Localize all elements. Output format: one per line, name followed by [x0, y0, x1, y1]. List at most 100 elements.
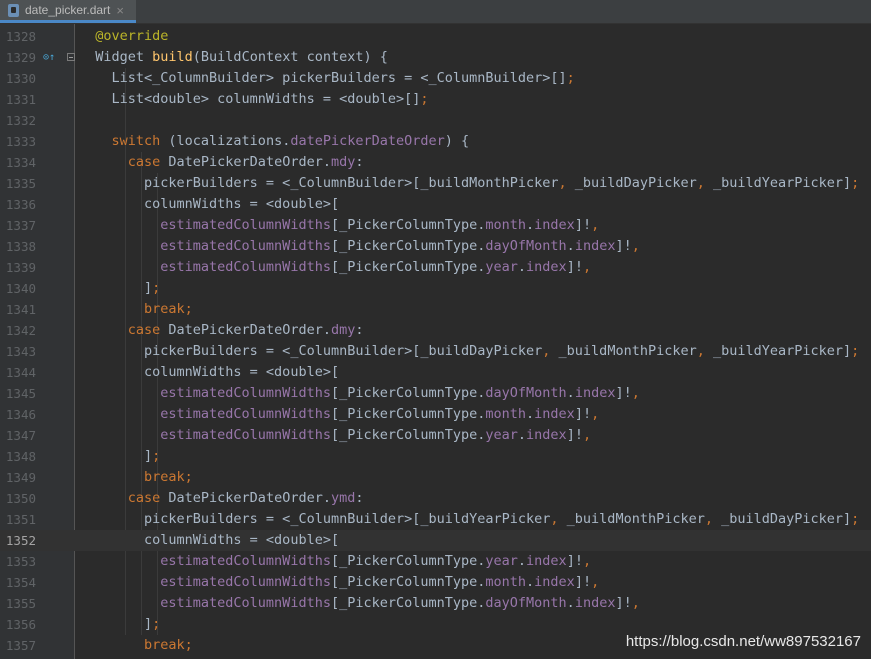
code-token: index	[526, 553, 567, 569]
code-token: build	[152, 49, 193, 65]
line-number: 1335	[5, 176, 36, 191]
code-token: year	[485, 259, 518, 275]
code-token: columnWidths = <double>[	[95, 532, 340, 548]
line-number: 1351	[5, 512, 36, 527]
line-number: 1331	[5, 92, 36, 107]
code-token: .	[517, 427, 527, 443]
code-line[interactable]: 1340 ];	[0, 278, 871, 299]
code-token: ,	[591, 217, 600, 233]
code-token: _buildYearPicker]	[712, 175, 852, 191]
code-line[interactable]: 1353 estimatedColumnWidths[_PickerColumn…	[0, 551, 871, 572]
code-line[interactable]: 1330 List<_ColumnBuilder> pickerBuilders…	[0, 68, 871, 89]
code-line[interactable]: 1351 pickerBuilders = <_ColumnBuilder>[_…	[0, 509, 871, 530]
code-token: columnWidths = <double>[	[95, 364, 340, 380]
code-token: pickerBuilders = <_ColumnBuilder>[_build…	[95, 175, 559, 191]
code-token: index	[534, 406, 575, 422]
line-number: 1338	[5, 239, 36, 254]
code-line[interactable]: 1331 List<double> columnWidths = <double…	[0, 89, 871, 110]
line-number: 1343	[5, 344, 36, 359]
code-token: estimatedColumnWidths	[95, 406, 331, 422]
code-token: ,	[582, 553, 592, 569]
code-line[interactable]: 1346 estimatedColumnWidths[_PickerColumn…	[0, 404, 871, 425]
line-number: 1328	[5, 29, 36, 44]
code-token: index	[574, 238, 616, 254]
code-token: @override	[95, 28, 169, 44]
code-token: datePickerDateOrder	[290, 133, 445, 149]
code-token: ,	[591, 574, 600, 590]
line-number: 1346	[5, 407, 36, 422]
fold-icon[interactable]	[67, 53, 75, 61]
code-token: .	[566, 595, 575, 611]
code-token: [_PickerColumnType.	[330, 238, 486, 254]
code-text: estimatedColumnWidths[_PickerColumnType.…	[95, 257, 591, 278]
code-text: estimatedColumnWidths[_PickerColumnType.…	[95, 593, 640, 614]
line-number: 1356	[5, 617, 36, 632]
code-token: mdy	[330, 154, 356, 170]
line-number: 1342	[5, 323, 36, 338]
code-token: case	[95, 154, 169, 170]
code-token: [_PickerColumnType.	[330, 406, 486, 422]
code-text: List<double> columnWidths = <double>[];	[95, 89, 429, 110]
code-line[interactable]: 1348 ];	[0, 446, 871, 467]
line-number: 1334	[5, 155, 36, 170]
code-line[interactable]: 1349 break;	[0, 467, 871, 488]
code-line[interactable]: 1356 ];	[0, 614, 871, 635]
code-line[interactable]: 1339 estimatedColumnWidths[_PickerColumn…	[0, 257, 871, 278]
code-line[interactable]: 1342 case DatePickerDateOrder.dmy:	[0, 320, 871, 341]
code-token: List<_ColumnBuilder> pickerBuilders = <_…	[95, 70, 567, 86]
code-text: estimatedColumnWidths[_PickerColumnType.…	[95, 551, 591, 572]
code-line[interactable]: 1355 estimatedColumnWidths[_PickerColumn…	[0, 593, 871, 614]
code-token: DatePickerDateOrder.	[168, 490, 331, 506]
code-token: index	[534, 217, 575, 233]
code-token: ]	[95, 448, 153, 464]
code-token: ,	[704, 511, 722, 527]
code-token: ymd	[330, 490, 356, 506]
code-text: Widget build(BuildContext context) {	[95, 47, 388, 68]
code-token: ,	[631, 595, 640, 611]
code-token: dayOfMonth	[485, 595, 567, 611]
code-line[interactable]: 1341 break;	[0, 299, 871, 320]
code-token: case	[95, 322, 169, 338]
code-line[interactable]: 1329 ⊙↑ Widget build(BuildContext context)…	[0, 47, 871, 68]
code-line[interactable]: 1352 columnWidths = <double>[	[0, 530, 871, 551]
code-token: year	[485, 427, 518, 443]
code-line[interactable]: 1343 pickerBuilders = <_ColumnBuilder>[_…	[0, 341, 871, 362]
code-line[interactable]: 1344 columnWidths = <double>[	[0, 362, 871, 383]
code-text: ];	[95, 446, 160, 467]
line-number: 1347	[5, 428, 36, 443]
code-token: ,	[582, 259, 592, 275]
code-text: estimatedColumnWidths[_PickerColumnType.…	[95, 404, 599, 425]
line-number: 1341	[5, 302, 36, 317]
code-line[interactable]: 1350 case DatePickerDateOrder.ymd:	[0, 488, 871, 509]
code-token: [_PickerColumnType.	[330, 385, 486, 401]
override-marker-icon[interactable]: ⊙↑	[43, 52, 57, 64]
code-line[interactable]: 1347 estimatedColumnWidths[_PickerColumn…	[0, 425, 871, 446]
code-line[interactable]: 1328 @override	[0, 26, 871, 47]
code-text: case DatePickerDateOrder.dmy:	[95, 320, 364, 341]
close-icon[interactable]: ×	[116, 3, 124, 18]
code-line[interactable]: 1334 case DatePickerDateOrder.mdy:	[0, 152, 871, 173]
code-line[interactable]: 1332	[0, 110, 871, 131]
code-token: break;	[95, 637, 193, 653]
code-token: estimatedColumnWidths	[95, 595, 331, 611]
code-token: (BuildContext context) {	[192, 49, 388, 65]
code-token: columnWidths = <double>[	[95, 196, 340, 212]
code-token: estimatedColumnWidths	[95, 553, 331, 569]
code-line[interactable]: 1354 estimatedColumnWidths[_PickerColumn…	[0, 572, 871, 593]
code-token: ;	[152, 448, 161, 464]
code-token: _buildDayPicker]	[721, 511, 852, 527]
code-token: DatePickerDateOrder.	[168, 322, 331, 338]
code-line[interactable]: 1333 switch (localizations.datePickerDat…	[0, 131, 871, 152]
code-token: _buildMonthPicker	[566, 511, 705, 527]
code-text: columnWidths = <double>[	[95, 194, 339, 215]
line-number: 1333	[5, 134, 36, 149]
tab-date-picker-dart[interactable]: date_picker.dart ×	[0, 0, 136, 23]
code-token: .	[517, 553, 527, 569]
code-token: ]!	[615, 385, 632, 401]
code-line[interactable]: 1338 estimatedColumnWidths[_PickerColumn…	[0, 236, 871, 257]
code-line[interactable]: 1335 pickerBuilders = <_ColumnBuilder>[_…	[0, 173, 871, 194]
code-line[interactable]: 1336 columnWidths = <double>[	[0, 194, 871, 215]
code-token: ) {	[444, 133, 470, 149]
code-line[interactable]: 1337 estimatedColumnWidths[_PickerColumn…	[0, 215, 871, 236]
code-line[interactable]: 1345 estimatedColumnWidths[_PickerColumn…	[0, 383, 871, 404]
